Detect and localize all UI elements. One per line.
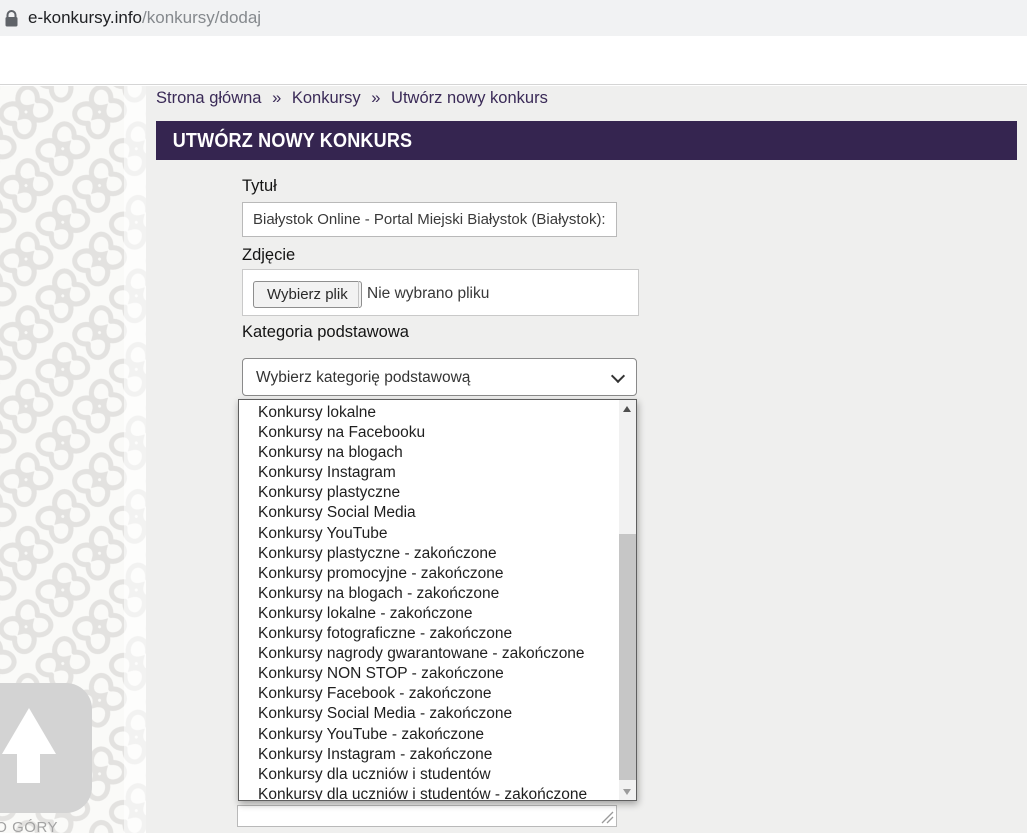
category-option[interactable]: Konkursy fotograficzne - zakończone: [239, 624, 636, 644]
description-textarea[interactable]: [237, 805, 617, 827]
file-status-text: Nie wybrano pliku: [367, 270, 489, 317]
url-host: e-konkursy.info: [28, 8, 142, 27]
category-option[interactable]: Konkursy Facebook - zakończone: [239, 684, 636, 704]
category-option[interactable]: Konkursy plastyczne - zakończone: [239, 544, 636, 564]
breadcrumb-separator: »: [365, 89, 386, 107]
arrow-up-icon: [2, 708, 56, 754]
breadcrumb-separator: »: [266, 89, 287, 107]
scroll-up-icon[interactable]: [619, 400, 636, 417]
scrollbar-thumb[interactable]: [619, 534, 636, 780]
category-option[interactable]: Konkursy na blogach - zakończone: [239, 584, 636, 604]
category-select[interactable]: Wybierz kategorię podstawową: [242, 358, 637, 396]
file-input[interactable]: Wybierz plik Nie wybrano pliku: [242, 269, 639, 316]
category-option[interactable]: Konkursy na Facebooku: [239, 423, 636, 443]
url-text: e-konkursy.info/konkursy/dodaj: [28, 8, 261, 28]
category-option[interactable]: Konkursy nagrody gwarantowane - zakończo…: [239, 644, 636, 664]
browser-secondary-bar: ox: [0, 36, 1027, 85]
list-scrollbar[interactable]: [619, 400, 636, 800]
category-option[interactable]: Konkursy dla uczniów i studentów - zakoń…: [239, 785, 636, 801]
category-option[interactable]: Konkursy promocyjne - zakończone: [239, 564, 636, 584]
photo-field-label: Zdjęcie: [242, 246, 295, 265]
category-option-list: Konkursy lokalne Konkursy na Facebooku K…: [238, 399, 637, 801]
category-option[interactable]: Konkursy plastyczne: [239, 483, 636, 503]
category-option[interactable]: Konkursy YouTube: [239, 524, 636, 544]
back-to-top-button[interactable]: [0, 683, 92, 813]
chevron-down-icon: [611, 369, 625, 383]
category-option[interactable]: Konkursy na blogach: [239, 443, 636, 463]
category-option[interactable]: Konkursy Instagram: [239, 463, 636, 483]
category-select-value: Wybierz kategorię podstawową: [256, 359, 470, 396]
pattern-fade-overlay: [124, 86, 146, 833]
title-field-label: Tytuł: [242, 177, 277, 196]
category-option[interactable]: Konkursy YouTube - zakończone: [239, 725, 636, 745]
category-option[interactable]: Konkursy NON STOP - zakończone: [239, 664, 636, 684]
category-option[interactable]: Konkursy Social Media - zakończone: [239, 704, 636, 724]
category-option[interactable]: Konkursy lokalne - zakończone: [239, 604, 636, 624]
lock-icon[interactable]: [5, 10, 18, 27]
back-to-top-label: DO GÓRY: [0, 819, 82, 836]
title-input[interactable]: [242, 202, 617, 237]
page-title: UTWÓRZ NOWY KONKURS: [156, 121, 914, 160]
scroll-down-icon[interactable]: [619, 783, 636, 800]
choose-file-button[interactable]: Wybierz plik: [253, 281, 362, 308]
breadcrumb-current: Utwórz nowy konkurs: [391, 89, 548, 107]
url-path: /konkursy/dodaj: [142, 8, 261, 27]
category-option[interactable]: Konkursy lokalne: [239, 403, 636, 423]
arrow-up-icon-stem: [17, 752, 40, 783]
file-separator: [358, 281, 359, 308]
breadcrumb-home-link[interactable]: Strona główna: [156, 89, 262, 107]
resize-grip-icon[interactable]: [601, 811, 614, 824]
category-field-label: Kategoria podstawowa: [242, 323, 409, 342]
page-body: DO GÓRY Strona główna » Konkursy » Utwór…: [0, 86, 1027, 833]
breadcrumb-konkursy-link[interactable]: Konkursy: [292, 89, 361, 107]
breadcrumb: Strona główna » Konkursy » Utwórz nowy k…: [156, 89, 548, 108]
category-option[interactable]: Konkursy dla uczniów i studentów: [239, 765, 636, 785]
section-header: UTWÓRZ NOWY KONKURS: [156, 121, 1017, 160]
category-option[interactable]: Konkursy Social Media: [239, 503, 636, 523]
address-bar[interactable]: e-konkursy.info/konkursy/dodaj: [0, 0, 1027, 36]
category-option[interactable]: Konkursy Instagram - zakończone: [239, 745, 636, 765]
